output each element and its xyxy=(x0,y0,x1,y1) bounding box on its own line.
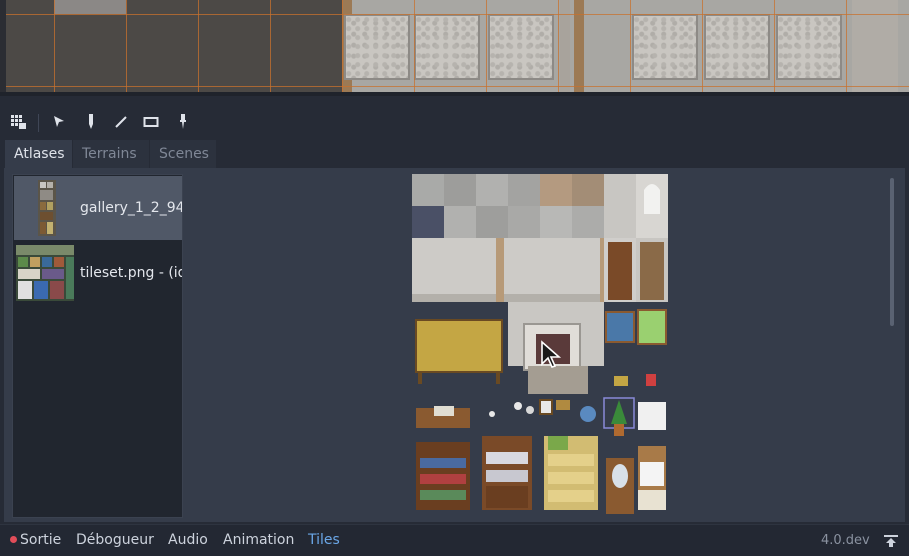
atlas-scrollbar[interactable] xyxy=(890,178,894,326)
viewport-highlight-cell xyxy=(54,0,126,14)
tab-sortie[interactable]: Sortie xyxy=(10,525,61,556)
tab-terrains[interactable]: Terrains xyxy=(73,140,149,168)
vertical-ruler xyxy=(0,0,6,96)
toolbar-separator xyxy=(38,114,39,132)
tab-tiles[interactable]: Tiles xyxy=(308,525,340,556)
tilemap-toolbar xyxy=(0,104,909,140)
viewport-divider[interactable] xyxy=(0,92,909,96)
list-item-tileset[interactable]: tileset.png - (id: xyxy=(14,241,182,305)
list-item-label: gallery_1_2_947 xyxy=(80,200,182,216)
error-dot-icon xyxy=(10,536,17,543)
tab-scenes[interactable]: Scenes xyxy=(150,140,216,168)
list-item-gallery[interactable]: gallery_1_2_947 xyxy=(14,176,182,240)
bottom-panel-bar: Sortie Débogueur Audio Animation Tiles 4… xyxy=(0,524,909,556)
atlas-source-list[interactable]: gallery_1_2_947 tileset.png - (id: xyxy=(12,174,183,518)
gallery-thumbnail-icon xyxy=(38,180,56,236)
line-icon[interactable] xyxy=(110,112,132,132)
rectangle-icon[interactable] xyxy=(140,112,162,132)
mouse-cursor-icon xyxy=(541,340,562,368)
tab-animation[interactable]: Animation xyxy=(223,525,294,556)
pin-panel-icon[interactable] xyxy=(881,531,901,551)
scene-viewport[interactable] xyxy=(0,0,909,96)
tile-palette-icon[interactable] xyxy=(8,112,30,132)
tab-debogueur[interactable]: Débogueur xyxy=(76,525,154,556)
tab-sortie-label: Sortie xyxy=(20,532,62,548)
tab-atlases[interactable]: Atlases xyxy=(5,140,72,168)
select-arrow-icon[interactable] xyxy=(48,112,70,132)
tab-audio[interactable]: Audio xyxy=(168,525,208,556)
picker-icon[interactable] xyxy=(172,112,194,132)
tileset-thumbnail-icon xyxy=(16,245,74,301)
tileset-tabs: Atlases Terrains Scenes xyxy=(0,140,909,168)
paint-brush-icon[interactable] xyxy=(80,112,102,132)
list-item-label: tileset.png - (id: xyxy=(80,265,182,281)
version-label: 4.0.dev xyxy=(821,533,870,548)
